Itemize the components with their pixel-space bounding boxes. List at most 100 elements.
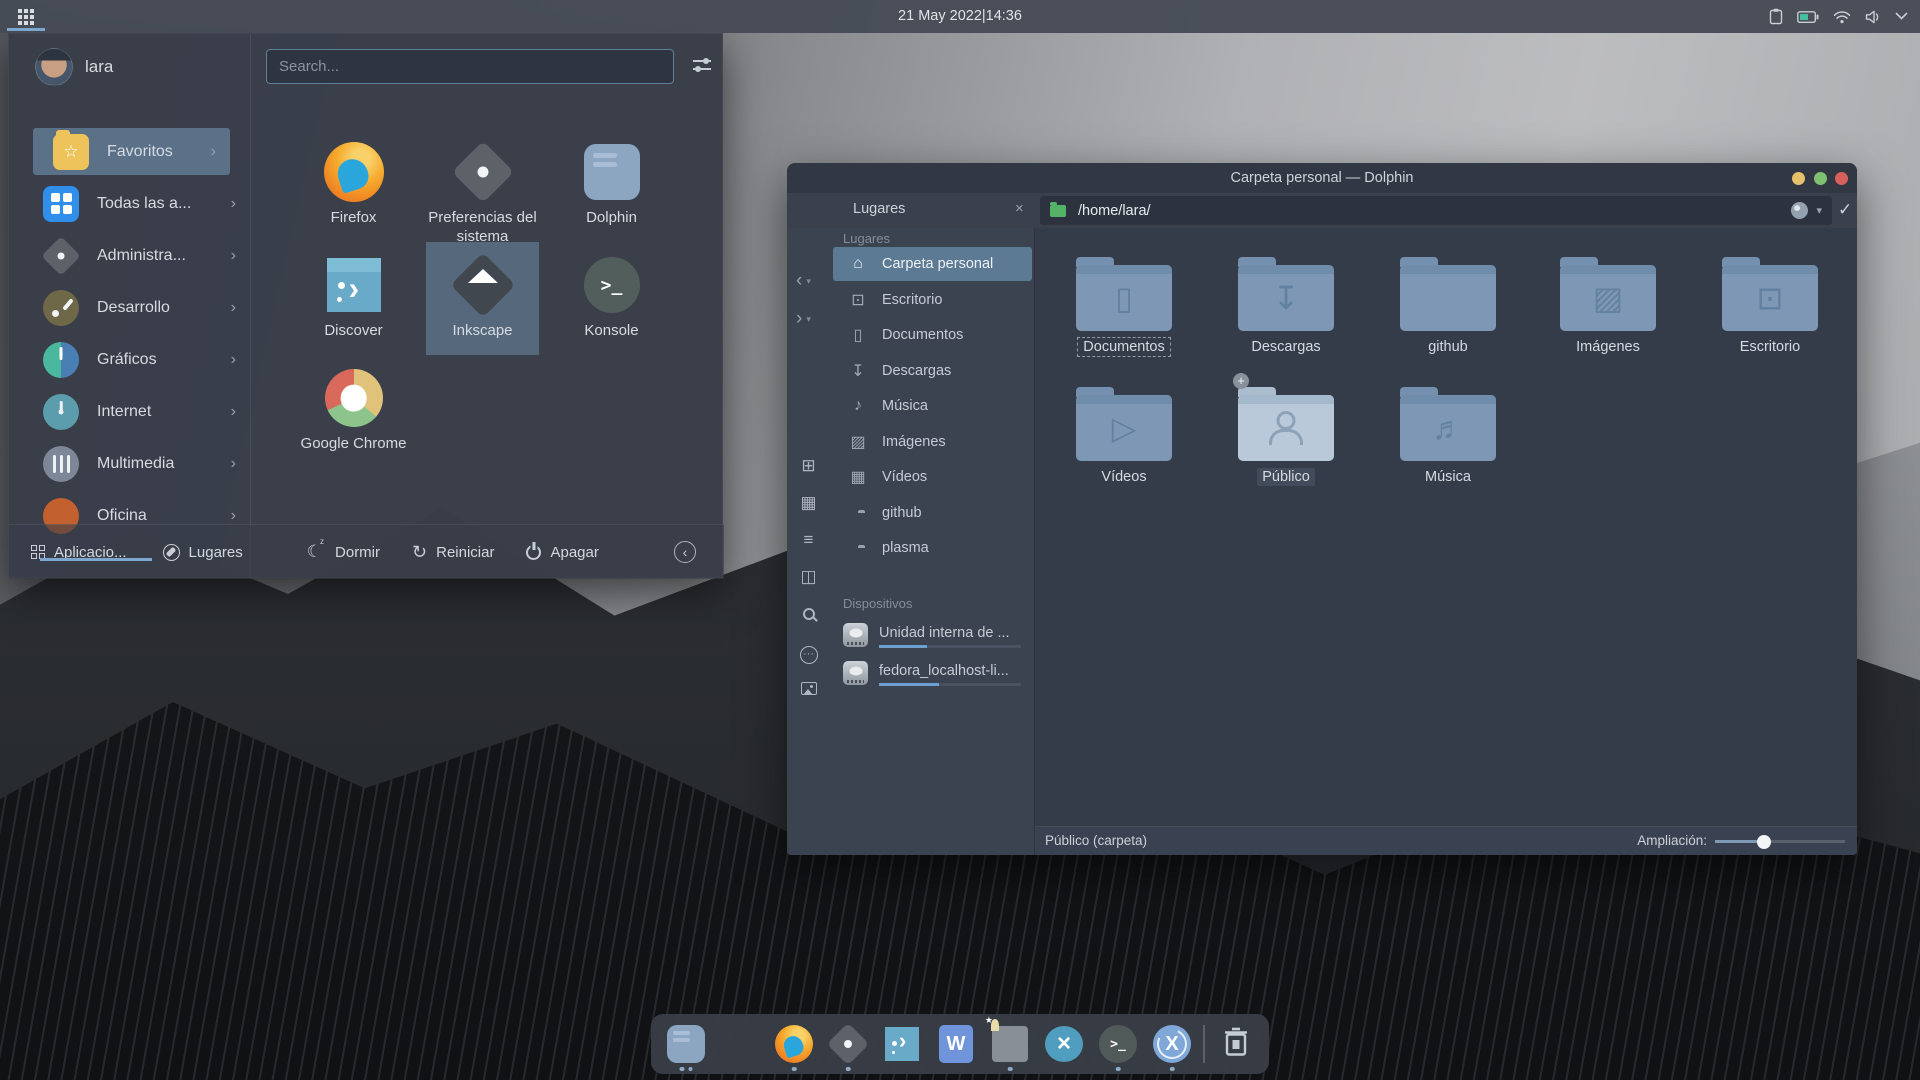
category-internet[interactable]: Internet › [9,388,250,435]
location-dropdown-caret[interactable]: ▾ [1816,204,1822,217]
device-unidad-interna[interactable]: Unidad interna de ... [833,618,1032,656]
place-musica[interactable]: ♪ Música [833,389,1032,423]
category-graficos[interactable]: Gráficos › [9,336,250,383]
maximize-button[interactable] [1814,172,1827,185]
wifi-icon[interactable] [1833,10,1851,24]
category-administracion[interactable]: Administra... › [9,232,250,279]
place-videos[interactable]: ▦ Vídeos [833,460,1032,494]
place-github[interactable]: github [833,496,1032,530]
inkscape-icon [452,254,514,316]
development-icon [43,290,79,326]
search-input[interactable] [266,49,674,84]
configure-icon[interactable] [693,57,711,75]
running-indicator [1170,1067,1175,1072]
location-path[interactable]: /home/lara/ [1078,203,1791,219]
title-bar[interactable]: Carpeta personal — Dolphin [787,163,1857,193]
power-icon [526,545,541,560]
compact-view-icon[interactable]: ▦ [787,493,830,513]
folder-musica[interactable]: ♬ Música [1373,385,1523,486]
dock-system-settings[interactable] [825,1016,871,1072]
collapse-launcher-button[interactable]: ‹ [674,541,696,563]
folder-view[interactable]: ▯ Documentos ↧ Descargas github ▨ Imágen… [1035,228,1857,855]
launcher-active-indicator [7,28,45,31]
folder-documentos[interactable]: ▯ Documentos [1049,255,1199,356]
place-carpeta-personal[interactable]: ⌂ Carpeta personal [833,247,1032,281]
dock-trash[interactable] [1213,1016,1259,1072]
favorite-firefox[interactable]: Firefox [297,129,410,242]
volume-icon[interactable] [1865,10,1881,24]
launcher-grid-icon [18,9,34,25]
writer-icon: W [939,1025,973,1063]
folder-descargas[interactable]: ↧ Descargas [1211,255,1361,356]
system-tray [1769,0,1908,33]
hard-drive-icon [843,623,868,647]
discover-icon: › [327,258,381,312]
places-section-header: Lugares [843,231,890,246]
shutdown-button[interactable]: Apagar [526,544,598,561]
konsole-icon: >_ [584,257,640,313]
restart-button[interactable]: ↻ Reiniciar [412,542,494,563]
tab-aplicaciones[interactable]: Aplicacio... [31,544,127,561]
favorite-google-chrome[interactable]: Google Chrome [297,355,410,468]
folder-escritorio[interactable]: ⊡ Escritorio [1695,255,1845,356]
more-options-icon[interactable]: ··· [787,642,830,664]
dock-firefox[interactable] [771,1016,817,1072]
split-view-icon[interactable]: ◫ [787,567,830,587]
back-button[interactable]: ‹▾ [796,273,811,289]
panel-clock[interactable]: 21 May 2022|14:36 [860,0,1060,33]
icons-view-icon[interactable]: ⊞ [787,456,830,476]
folder-videos[interactable]: ▷ Vídeos [1049,385,1199,486]
place-descargas[interactable]: ↧ Descargas [833,354,1032,388]
category-desarrollo[interactable]: Desarrollo › [9,284,250,331]
category-todas-las-aplicaciones[interactable]: Todas las a... › [9,180,250,227]
dock-writer[interactable]: W [933,1016,979,1072]
dock-image-viewer[interactable] [987,1016,1033,1072]
folder-imagenes[interactable]: ▨ Imágenes [1533,255,1683,356]
dock-konsole[interactable]: >_ [1095,1016,1141,1072]
places-selector-icon[interactable] [1791,202,1808,219]
tray-expand-icon[interactable] [1895,12,1908,21]
dock-code-editor[interactable]: × [1041,1016,1087,1072]
favorite-konsole[interactable]: >_ Konsole [555,242,668,355]
favorite-dolphin[interactable]: Dolphin [555,129,668,242]
device-fedora-localhost[interactable]: fedora_localhost-li... [833,656,1032,694]
battery-icon[interactable] [1797,10,1819,24]
dock-google-chrome[interactable] [717,1016,763,1072]
dock-discover[interactable] [879,1016,925,1072]
zoom-slider[interactable] [1715,840,1845,843]
download-icon: ↧ [848,361,868,381]
image-viewer-icon [992,1026,1028,1062]
forward-button[interactable]: ›▾ [796,311,811,327]
place-imagenes[interactable]: ▨ Imágenes [833,425,1032,459]
close-button[interactable] [1835,172,1848,185]
category-multimedia[interactable]: Multimedia › [9,440,250,487]
location-bar[interactable]: /home/lara/ ▾ [1040,196,1832,225]
place-escritorio[interactable]: ⊡ Escritorio [833,283,1032,317]
minimize-button[interactable] [1792,172,1805,185]
place-documentos[interactable]: ▯ Documentos [833,318,1032,352]
search-icon[interactable] [787,605,830,625]
favorite-discover[interactable]: › Discover [297,242,410,355]
desktop-icon: ⊡ [848,290,868,310]
folder-github[interactable]: github [1373,255,1523,356]
favorite-preferencias-del-sistema[interactable]: Preferencias del sistema [426,129,539,242]
details-view-icon[interactable]: ≡ [787,530,830,550]
places-panel-close-icon[interactable]: × [1015,200,1024,217]
tab-lugares[interactable]: Lugares [163,544,243,561]
dock-x11[interactable]: X [1149,1016,1195,1072]
sleep-button[interactable]: ☾z Dormir [307,542,380,562]
dock-dolphin[interactable] [663,1016,709,1072]
category-favoritos[interactable]: ☆ Favoritos › [33,128,230,175]
clipboard-icon[interactable] [1769,8,1783,25]
folder-publico[interactable]: + Público [1211,385,1361,486]
zoom-slider-thumb[interactable] [1757,835,1771,849]
favorite-inkscape[interactable]: Inkscape [426,242,539,355]
preview-image-icon[interactable] [787,680,830,700]
place-plasma[interactable]: plasma [833,531,1032,565]
folder-icon-descargas: ↧ [1238,265,1334,331]
accept-location-icon[interactable]: ✓ [1838,200,1852,220]
chevron-right-icon: › [231,247,236,265]
application-launcher-button[interactable] [0,0,52,33]
user-avatar[interactable] [35,48,73,86]
select-plus-badge[interactable]: + [1233,373,1249,389]
